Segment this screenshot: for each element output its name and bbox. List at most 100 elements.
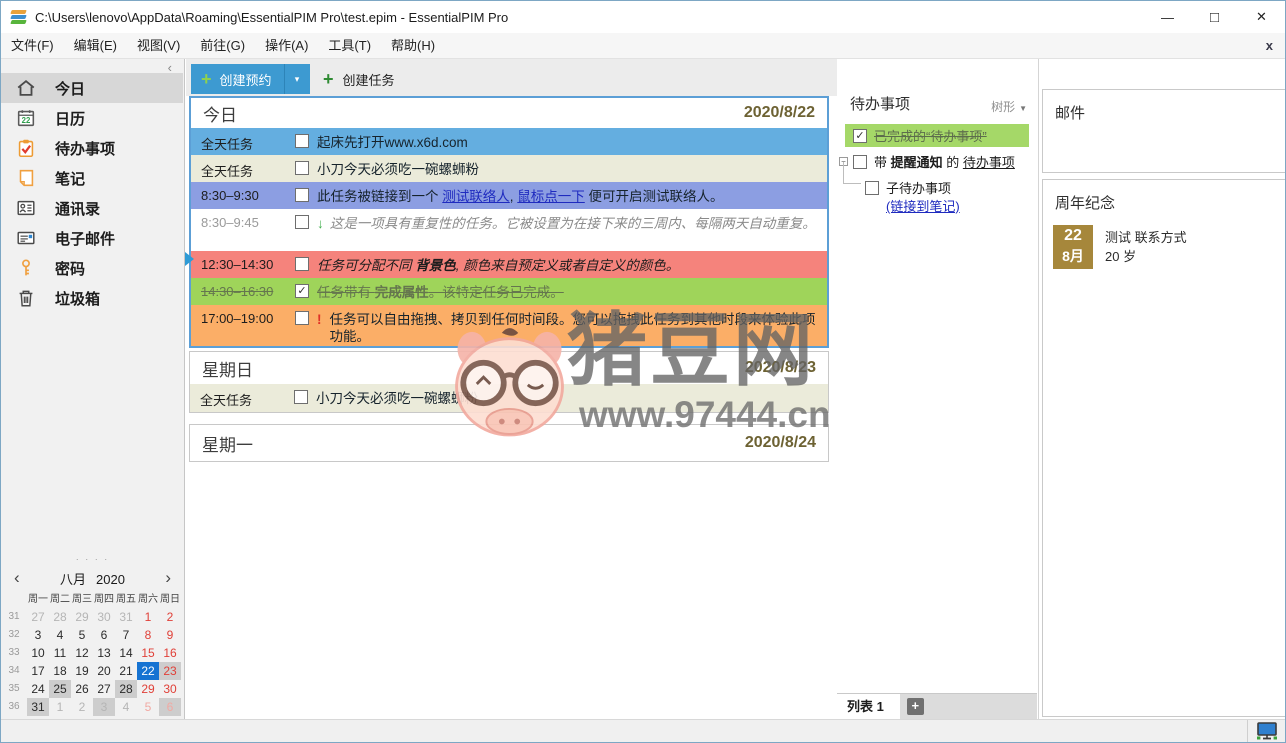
sidebar-item-contacts[interactable]: 通讯录 — [1, 193, 183, 223]
statusbar-network-cell[interactable] — [1247, 720, 1285, 742]
menu-view[interactable]: 视图(V) — [127, 33, 190, 59]
sidebar-item-todo[interactable]: 待办事项 — [1, 133, 183, 163]
calendar-day[interactable]: 30 — [93, 608, 115, 626]
task-checkbox[interactable] — [294, 390, 308, 404]
calendar-day[interactable]: 14 — [115, 644, 137, 662]
sidebar-item-notes[interactable]: 笔记 — [1, 163, 183, 193]
add-list-button[interactable]: + — [906, 698, 924, 715]
task-row[interactable]: 8:30–9:30 此任务被链接到一个 测试联络人, 鼠标点一下 便可开启测试联… — [191, 182, 827, 209]
sidebar-item-passwords[interactable]: 密码 — [1, 253, 183, 283]
calendar-day[interactable]: 20 — [93, 662, 115, 680]
calendar-day[interactable]: 7 — [115, 626, 137, 644]
calendar-day[interactable]: 19 — [71, 662, 93, 680]
calendar-day[interactable]: 5 — [71, 626, 93, 644]
task-checkbox[interactable] — [295, 215, 309, 229]
sidebar-item-email[interactable]: 电子邮件 — [1, 223, 183, 253]
task-row-completed[interactable]: 14:30–16:30 ✓ 任务带有 完成属性。该特定任务已完成。 — [191, 278, 827, 305]
task-row[interactable]: 全天任务 小刀今天必须吃一碗螺蛳粉 — [190, 384, 828, 412]
todo-panel: 待办事项 树形 ▼ ✓ 已完成的“待办事项” − 带 提醒通知 的 待办事项 子待… — [837, 59, 1037, 719]
sidebar-item-trash[interactable]: 垃圾箱 — [1, 283, 183, 313]
maximize-button[interactable]: □ — [1191, 1, 1238, 33]
calendar-day[interactable]: 22 — [137, 662, 159, 680]
click-here-link[interactable]: 鼠标点一下 — [517, 189, 585, 204]
todo-item-child[interactable]: 子待办事项 — [865, 178, 951, 197]
menu-help[interactable]: 帮助(H) — [381, 33, 445, 59]
calendar-day[interactable]: 4 — [115, 698, 137, 716]
calendar-day[interactable]: 9 — [159, 626, 181, 644]
right-column: 邮件 周年纪念 22 8月 测试 联系方式 20 岁 — [1038, 59, 1285, 719]
task-row[interactable]: 全天任务 小刀今天必须吃一碗螺蛳粉 — [191, 155, 827, 182]
task-checkbox[interactable] — [295, 311, 309, 325]
contact-link[interactable]: 测试联络人 — [442, 189, 510, 204]
calendar-day[interactable]: 15 — [137, 644, 159, 662]
calendar-day[interactable]: 12 — [71, 644, 93, 662]
splitter-handle-icon[interactable]: · · · · — [1, 555, 184, 567]
calendar-next-icon[interactable]: › — [157, 569, 171, 587]
calendar-day[interactable]: 10 — [27, 644, 49, 662]
calendar-day[interactable]: 26 — [71, 680, 93, 698]
calendar-prev-icon[interactable]: ‹ — [14, 569, 28, 587]
calendar-day[interactable]: 6 — [159, 698, 181, 716]
calendar-day[interactable]: 29 — [137, 680, 159, 698]
calendar-day[interactable]: 1 — [137, 608, 159, 626]
task-row[interactable]: 全天任务 起床先打开www.x6d.com — [191, 128, 827, 155]
calendar-day[interactable]: 6 — [93, 626, 115, 644]
calendar-day[interactable]: 17 — [27, 662, 49, 680]
task-row[interactable]: 8:30–9:45 ↓ 这是一项具有重复性的任务。它被设置为在接下来的三周内、每隔… — [191, 209, 827, 251]
calendar-day[interactable]: 21 — [115, 662, 137, 680]
calendar-day[interactable]: 27 — [93, 680, 115, 698]
task-checkbox[interactable] — [295, 257, 309, 271]
menu-tools[interactable]: 工具(T) — [318, 33, 381, 59]
calendar-day[interactable]: 23 — [159, 662, 181, 680]
calendar-day[interactable]: 29 — [71, 608, 93, 626]
sidebar-item-calendar[interactable]: 22 日历 — [1, 103, 183, 133]
task-checkbox-checked[interactable]: ✓ — [295, 284, 309, 298]
todo-checkbox-checked[interactable]: ✓ — [853, 128, 867, 143]
todo-checkbox[interactable] — [865, 180, 879, 195]
minimize-button[interactable]: — — [1144, 1, 1191, 33]
menu-file[interactable]: 文件(F) — [1, 33, 64, 59]
new-task-button[interactable]: + 创建任务 — [313, 64, 405, 94]
calendar-day[interactable]: 2 — [71, 698, 93, 716]
task-checkbox[interactable] — [295, 161, 309, 175]
calendar-day[interactable]: 4 — [49, 626, 71, 644]
calendar-day[interactable]: 31 — [27, 698, 49, 716]
menubar-close-icon[interactable]: x — [1266, 38, 1273, 53]
linked-note-link[interactable]: (链接到笔记) — [886, 196, 960, 215]
todo-item-parent[interactable]: − 带 提醒通知 的 待办事项 — [839, 152, 1015, 171]
menu-edit[interactable]: 编辑(E) — [64, 33, 127, 59]
task-checkbox[interactable] — [295, 188, 309, 202]
tab-list-1[interactable]: 列表 1 — [837, 694, 900, 719]
calendar-day[interactable]: 24 — [27, 680, 49, 698]
view-mode-dropdown[interactable]: 树形 ▼ — [991, 98, 1027, 115]
calendar-day[interactable]: 31 — [115, 608, 137, 626]
calendar-day[interactable]: 18 — [49, 662, 71, 680]
calendar-day[interactable]: 1 — [49, 698, 71, 716]
calendar-day[interactable]: 3 — [27, 626, 49, 644]
close-button[interactable]: ✕ — [1238, 1, 1285, 33]
calendar-day[interactable]: 28 — [115, 680, 137, 698]
calendar-day[interactable]: 11 — [49, 644, 71, 662]
calendar-day[interactable]: 3 — [93, 698, 115, 716]
network-computer-icon — [1256, 722, 1277, 740]
task-row[interactable]: 12:30–14:30 任务可分配不同 背景色, 颜色来自预定义或者自定义的颜色… — [191, 251, 827, 278]
calendar-day[interactable]: 8 — [137, 626, 159, 644]
calendar-day[interactable]: 30 — [159, 680, 181, 698]
calendar-day[interactable]: 27 — [27, 608, 49, 626]
calendar-day[interactable]: 2 — [159, 608, 181, 626]
calendar-day[interactable]: 5 — [137, 698, 159, 716]
new-appointment-button[interactable]: + 创建预约 ▾ — [191, 64, 310, 94]
new-appointment-dropdown[interactable]: ▾ — [283, 64, 310, 94]
calendar-day[interactable]: 28 — [49, 608, 71, 626]
menu-actions[interactable]: 操作(A) — [255, 33, 318, 59]
task-checkbox[interactable] — [295, 134, 309, 148]
todo-clipboard-icon — [18, 139, 34, 158]
anniversary-entry[interactable]: 22 8月 测试 联系方式 20 岁 — [1053, 225, 1285, 269]
calendar-day[interactable]: 16 — [159, 644, 181, 662]
calendar-day[interactable]: 13 — [93, 644, 115, 662]
task-row[interactable]: 17:00–19:00 ! 任务可以自由拖拽、拷贝到任何时间段。您可以拖拽此任务到… — [191, 305, 827, 346]
todo-item-completed[interactable]: ✓ 已完成的“待办事项” — [845, 124, 1029, 147]
menu-go[interactable]: 前往(G) — [190, 33, 255, 59]
calendar-day[interactable]: 25 — [49, 680, 71, 698]
sidebar-item-today[interactable]: 今日 — [1, 73, 183, 103]
